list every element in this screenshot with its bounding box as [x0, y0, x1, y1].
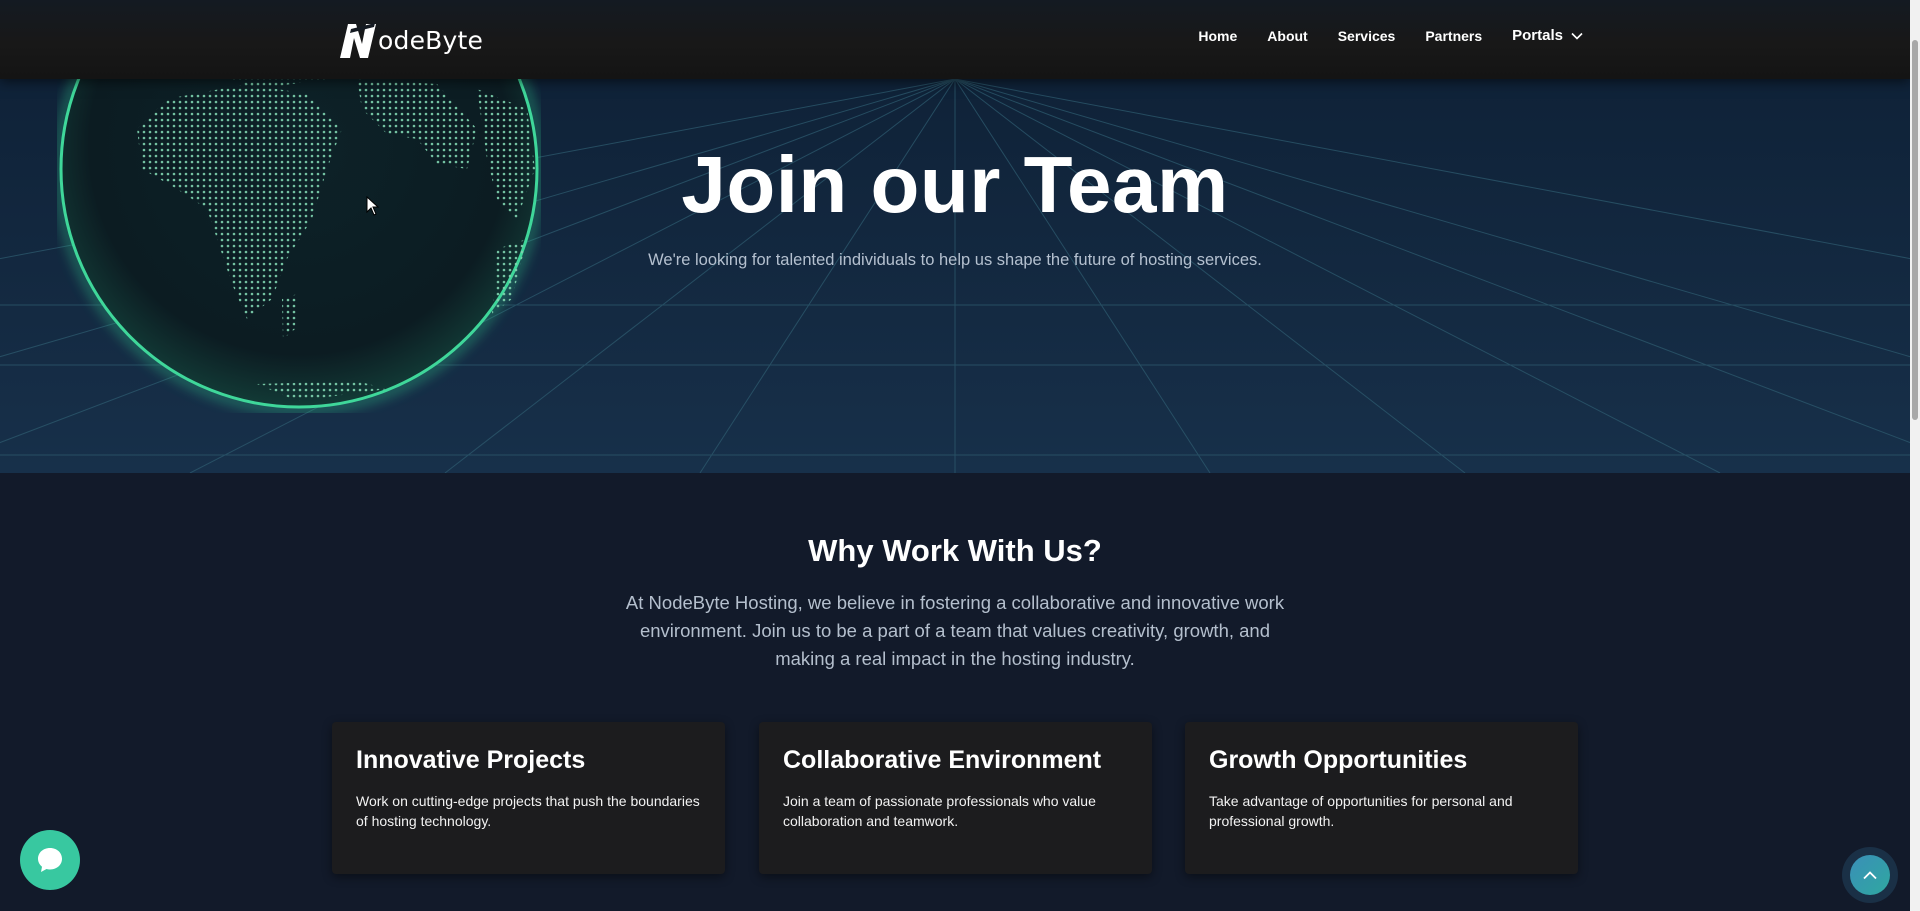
- section-title: Why Work With Us?: [808, 533, 1102, 568]
- scrollbar-thumb[interactable]: [1912, 40, 1918, 420]
- nav-services[interactable]: Services: [1338, 28, 1396, 44]
- card-title: Collaborative Environment: [783, 746, 1102, 774]
- card-growth-opportunities: Growth Opportunities Take advantage of o…: [1185, 722, 1578, 874]
- logo-text: odeByte: [378, 25, 484, 55]
- nav-home[interactable]: Home: [1198, 28, 1237, 44]
- hero-section: Join our Team We're looking for talented…: [0, 79, 1910, 473]
- card-title: Innovative Projects: [356, 746, 586, 774]
- card-text: Take advantage of opportunities for pers…: [1209, 793, 1513, 829]
- scroll-to-top-inner: [1850, 855, 1890, 895]
- logo-mark-icon: [340, 23, 376, 58]
- mouse-pointer-icon: [366, 196, 380, 216]
- nav-about[interactable]: About: [1267, 28, 1307, 44]
- nav-partners[interactable]: Partners: [1425, 28, 1482, 44]
- card-collaborative-environment: Collaborative Environment Join a team of…: [759, 722, 1152, 874]
- scroll-to-top-button[interactable]: [1842, 847, 1898, 903]
- site-header: odeByte Home About Services Partners Por…: [0, 0, 1910, 79]
- main-nav: Home About Services Partners Portals: [1168, 27, 1583, 44]
- chevron-up-icon: [1863, 871, 1877, 880]
- hero-title: Join our Team: [681, 140, 1229, 229]
- chevron-down-icon: [1571, 32, 1583, 40]
- hero-subtitle: We're looking for talented individuals t…: [648, 251, 1262, 269]
- chat-bubble-icon: [38, 848, 62, 872]
- chat-widget-button[interactable]: [20, 830, 80, 890]
- globe-icon: [57, 79, 541, 413]
- why-section: Why Work With Us? At NodeByte Hosting, w…: [0, 473, 1910, 911]
- nav-portals-dropdown[interactable]: Portals: [1512, 27, 1583, 44]
- card-innovative-projects: Innovative Projects Work on cutting-edge…: [332, 722, 725, 874]
- nav-portals-label: Portals: [1512, 27, 1563, 44]
- card-title: Growth Opportunities: [1209, 746, 1468, 774]
- section-description: At NodeByte Hosting, we believe in foste…: [625, 592, 1285, 669]
- logo[interactable]: odeByte: [338, 20, 483, 60]
- page-scrollbar[interactable]: [1910, 0, 1920, 911]
- card-text: Join a team of passionate professionals …: [783, 793, 1096, 829]
- card-text: Work on cutting-edge projects that push …: [356, 793, 700, 829]
